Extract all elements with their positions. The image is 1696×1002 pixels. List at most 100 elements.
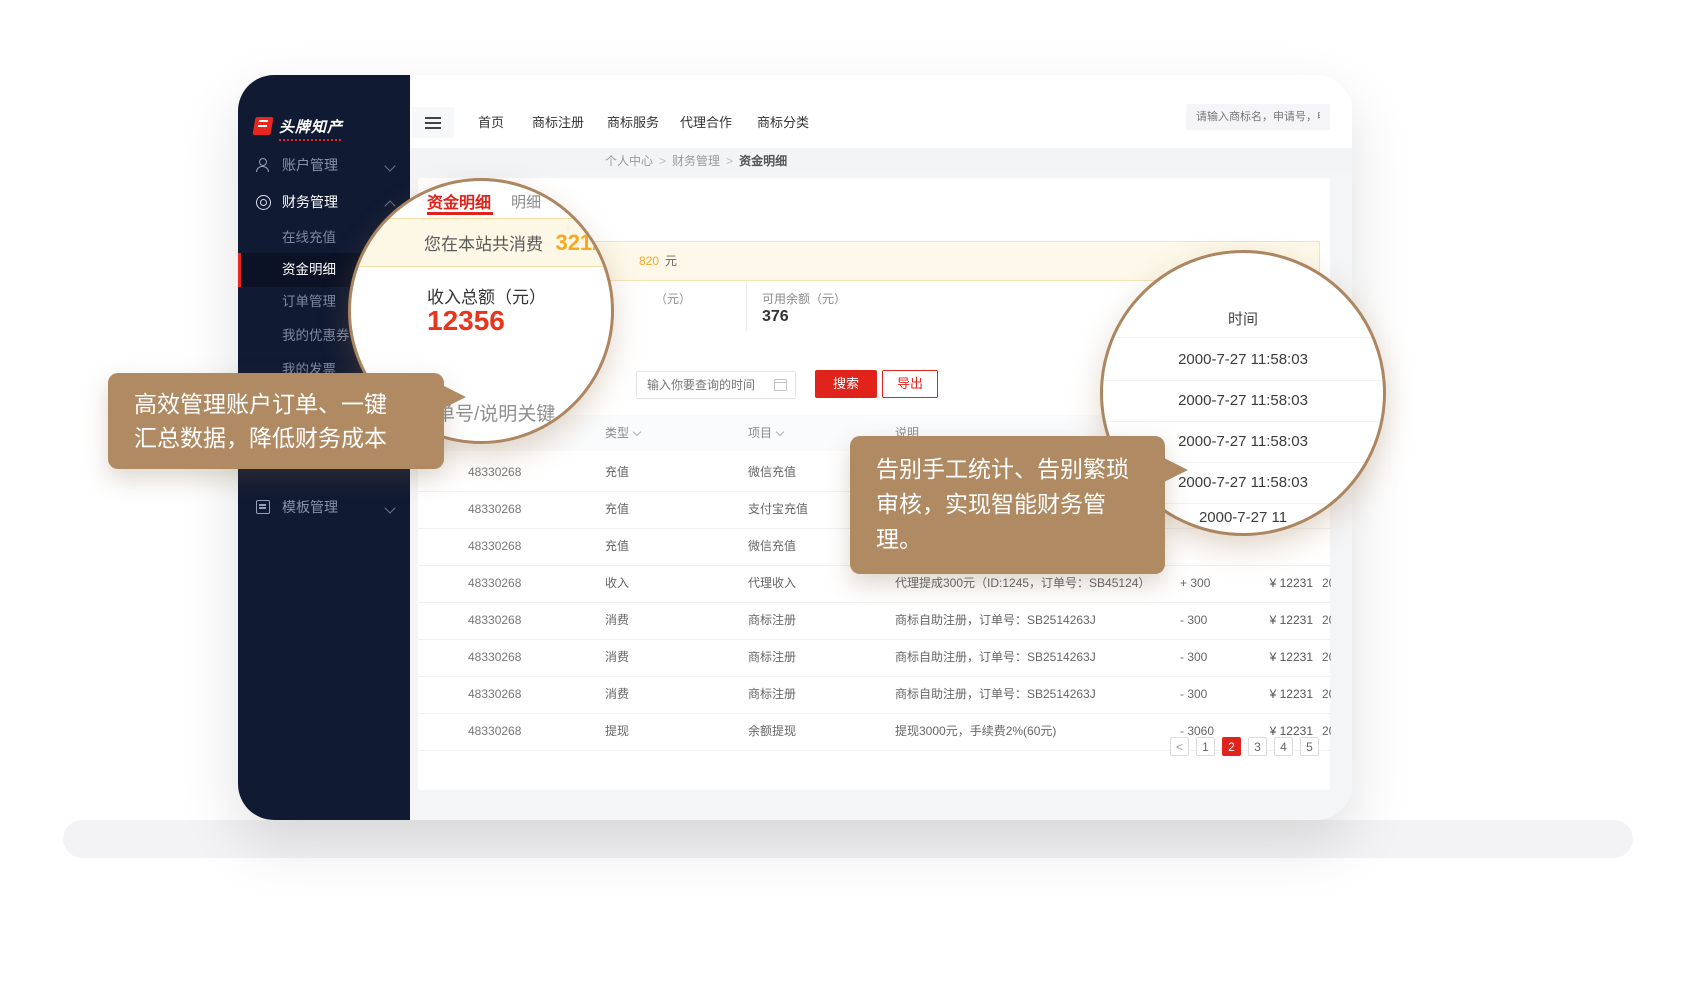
table-row: 48330268 消费 商标注册 商标自助注册，订单号：SB2514263J -… bbox=[418, 676, 1330, 714]
magnified-tab-partial: 明细 bbox=[511, 191, 541, 212]
active-indicator bbox=[238, 253, 241, 287]
breadcrumb-current: 资金明细 bbox=[739, 154, 787, 168]
sidebar-item-label: 财务管理 bbox=[282, 185, 338, 219]
sidebar-item-label: 资金明细 bbox=[282, 253, 336, 287]
table-row: 48330268 消费 商标注册 商标自助注册，订单号：SB2514263J -… bbox=[418, 639, 1330, 677]
magnified-banner-prefix: 您在本站共消费 bbox=[424, 235, 543, 254]
search-input[interactable] bbox=[1186, 104, 1330, 130]
sort-caret-icon bbox=[633, 428, 641, 436]
cell-time: 2000-7-27 11:58:03 bbox=[1322, 676, 1331, 713]
cell-order: 48330268 bbox=[468, 491, 521, 528]
cell-amount: + 300 bbox=[1180, 565, 1210, 602]
sidebar-item-label: 我的优惠券 bbox=[282, 319, 350, 353]
brand-logo-icon bbox=[252, 117, 273, 135]
finance-icon bbox=[256, 195, 271, 210]
date-filter-input[interactable] bbox=[637, 372, 795, 398]
cell-type: 消费 bbox=[605, 676, 629, 713]
cell-project: 微信充值 bbox=[748, 454, 796, 491]
cell-desc: 商标自助注册，订单号：SB2514263J bbox=[895, 602, 1096, 639]
cell-time: 2000-7-27 11:58:03 bbox=[1322, 565, 1331, 602]
template-icon bbox=[256, 500, 270, 514]
callout-arrow-icon bbox=[442, 385, 466, 409]
callout-text-line: 理。 bbox=[876, 522, 1165, 557]
callout-text-line: 审核，实现智能财务管 bbox=[876, 487, 1165, 522]
cell-project: 微信充值 bbox=[748, 528, 796, 565]
cell-project: 代理收入 bbox=[748, 565, 796, 602]
sidebar-item-label: 订单管理 bbox=[282, 285, 336, 319]
pagination-page-2-active[interactable]: 2 bbox=[1222, 737, 1241, 756]
cell-balance: ¥ 12231 bbox=[1213, 602, 1313, 639]
pagination-page-1[interactable]: 1 bbox=[1196, 737, 1215, 756]
export-button[interactable]: 导出 bbox=[882, 370, 938, 398]
pagination-page-5[interactable]: 5 bbox=[1300, 737, 1319, 756]
cell-order: 48330268 bbox=[468, 639, 521, 676]
cell-type: 充值 bbox=[605, 454, 629, 491]
pagination-page-3[interactable]: 3 bbox=[1248, 737, 1267, 756]
calendar-icon[interactable] bbox=[774, 379, 787, 391]
cell-time: 2000-7-27 11:58:03 bbox=[1322, 602, 1331, 639]
cell-time: 2000-7-27 11:58:03 bbox=[1322, 713, 1331, 750]
cell-order: 48330268 bbox=[468, 676, 521, 713]
stat-balance-label: 可用余额（元） bbox=[762, 290, 846, 307]
cell-amount: - 300 bbox=[1180, 676, 1207, 713]
stat-balance-value: 376 bbox=[762, 308, 789, 326]
pagination-prev-button[interactable]: < bbox=[1170, 737, 1189, 756]
breadcrumb-part[interactable]: 个人中心 bbox=[605, 154, 653, 168]
nav-trademark-category[interactable]: 商标分类 bbox=[757, 107, 809, 138]
cell-order: 48330268 bbox=[468, 528, 521, 565]
user-icon bbox=[256, 158, 268, 171]
column-header-label: 项目 bbox=[748, 426, 772, 440]
cell-type: 提现 bbox=[605, 713, 629, 750]
magnified-banner-amount: 32124 bbox=[555, 230, 614, 255]
magnified-time-column-header: 时间 bbox=[1103, 308, 1383, 329]
cell-order: 48330268 bbox=[468, 602, 521, 639]
nav-trademark-register[interactable]: 商标注册 bbox=[532, 107, 584, 138]
sort-caret-icon bbox=[776, 428, 784, 436]
nav-home[interactable]: 首页 bbox=[478, 107, 504, 138]
cell-balance: ¥ 12231 bbox=[1213, 565, 1313, 602]
magnified-income-value: 12356 bbox=[427, 305, 505, 337]
cell-project: 余额提现 bbox=[748, 713, 796, 750]
page: 头牌知产 账户管理 财务管理 在线充值 资金明细 订单管理 bbox=[0, 0, 1696, 1002]
cell-order: 48330268 bbox=[468, 454, 521, 491]
callout-text-line: 汇总数据，降低财务成本 bbox=[134, 421, 444, 455]
cell-type: 充值 bbox=[605, 528, 629, 565]
nav-trademark-service[interactable]: 商标服务 bbox=[607, 107, 659, 138]
magnified-time-cell: 2000-7-27 11:58:03 bbox=[1103, 380, 1383, 422]
hamburger-menu-icon[interactable] bbox=[412, 107, 454, 138]
logo-subline bbox=[279, 139, 341, 141]
cell-order: 48330268 bbox=[468, 713, 521, 750]
magnified-banner: 您在本站共消费 32124 bbox=[348, 218, 614, 267]
callout-text-line: 高效管理账户订单、一键 bbox=[134, 387, 444, 421]
column-header-project[interactable]: 项目 bbox=[748, 415, 783, 451]
cell-type: 消费 bbox=[605, 639, 629, 676]
cell-desc: 提现3000元，手续费2%(60元) bbox=[895, 713, 1056, 750]
pagination-page-4[interactable]: 4 bbox=[1274, 737, 1293, 756]
nav-agent-cooperation[interactable]: 代理合作 bbox=[680, 107, 732, 138]
column-header-type[interactable]: 类型 bbox=[605, 415, 640, 451]
cell-type: 充值 bbox=[605, 491, 629, 528]
stat-divider bbox=[746, 283, 747, 331]
table-row: 48330268 消费 商标注册 商标自助注册，订单号：SB2514263J -… bbox=[418, 602, 1330, 640]
sidebar-item-finance[interactable]: 财务管理 bbox=[238, 185, 410, 219]
cell-project: 商标注册 bbox=[748, 639, 796, 676]
sidebar-item-template[interactable]: 模板管理 bbox=[238, 490, 410, 524]
search-button[interactable]: 搜索 bbox=[815, 370, 877, 398]
date-filter bbox=[636, 371, 796, 399]
sidebar-item-label: 模板管理 bbox=[282, 490, 338, 524]
divider bbox=[1103, 337, 1383, 338]
cell-desc: 商标自助注册，订单号：SB2514263J bbox=[895, 639, 1096, 676]
logo-text: 头牌知产 bbox=[279, 116, 343, 137]
logo[interactable]: 头牌知产 bbox=[254, 115, 343, 137]
cell-type: 消费 bbox=[605, 602, 629, 639]
table-row: 48330268 提现 余额提现 提现3000元，手续费2%(60元) - 30… bbox=[418, 713, 1330, 751]
breadcrumb-separator: > bbox=[659, 154, 666, 168]
cell-project: 支付宝充值 bbox=[748, 491, 808, 528]
chevron-down-icon bbox=[384, 502, 395, 513]
callout-text-line: 告别手工统计、告别繁琐 bbox=[876, 452, 1165, 487]
breadcrumb-part[interactable]: 财务管理 bbox=[672, 154, 720, 168]
topbar-search bbox=[1186, 104, 1330, 130]
banner-unit: 元 bbox=[665, 242, 677, 280]
sidebar-item-account[interactable]: 账户管理 bbox=[238, 148, 410, 182]
cell-order: 48330268 bbox=[468, 565, 521, 602]
